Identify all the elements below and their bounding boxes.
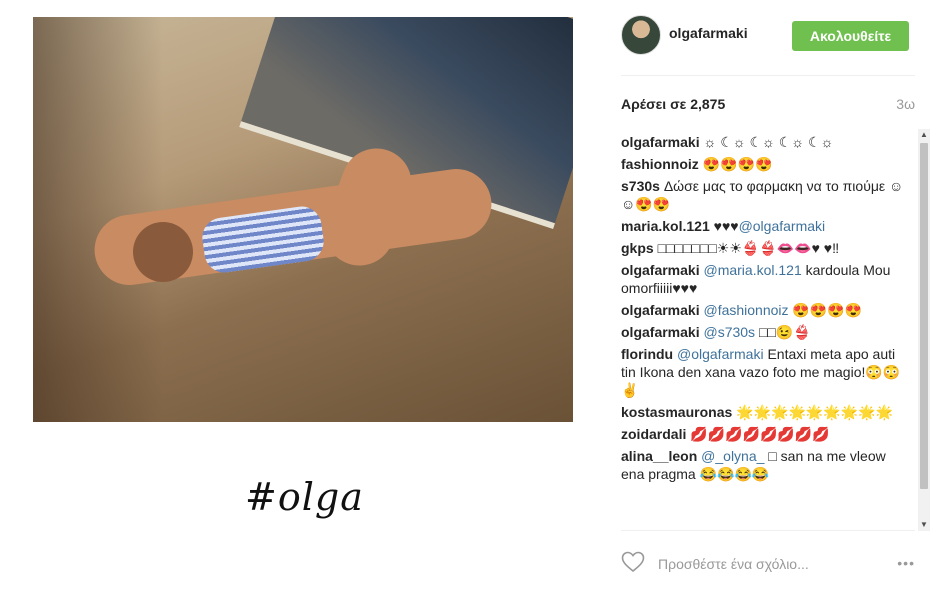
post-media-area: #olga [0,0,606,593]
comment-mention[interactable]: @olgafarmaki [739,218,826,234]
comment-username[interactable]: s730s [621,178,660,194]
comment-username[interactable]: olgafarmaki [621,262,700,278]
comment-text: □□😉👙 [755,324,811,340]
scroll-up-icon[interactable]: ▲ [918,129,930,141]
comment-item: olgafarmaki @s730s □□😉👙 [621,323,909,341]
comment-footer: ••• [621,530,915,594]
follow-button[interactable]: Ακολουθείτε [792,21,909,51]
likes-row: Αρέσει σε 2,875 3ω [621,96,915,112]
comment-username[interactable]: zoidardali [621,426,686,442]
comment-username[interactable]: gkps [621,240,654,256]
comment-text: 🌟🌟🌟🌟🌟🌟🌟🌟🌟 [736,404,894,420]
comment-mention[interactable]: @_olyna_ [701,448,764,464]
comment-mention[interactable]: @s730s [703,324,755,340]
comment-mention[interactable]: @maria.kol.121 [703,262,801,278]
comment-text: □□□□□□□☀☀👙👙👄👄♥ ♥‼ [657,240,840,256]
comments-scrollbar[interactable]: ▲ ▼ [918,129,930,531]
comment-mention[interactable]: @olgafarmaki [677,346,764,362]
comment-text: ☼ ☾☼ ☾☼ ☾☼ ☾☼ [703,134,834,150]
comment-item: gkps □□□□□□□☀☀👙👙👄👄♥ ♥‼ [621,239,909,257]
comment-text: 💋💋💋💋💋💋💋💋 [690,426,830,442]
comment-item: s730s Δώσε μας το φαρμακη να το πιούμε ☺… [621,177,909,213]
comment-username[interactable]: maria.kol.121 [621,218,710,234]
comment-item: olgafarmaki @fashionnoiz 😍😍😍😍 [621,301,909,319]
comment-username[interactable]: olgafarmaki [621,324,700,340]
comment-text: 😍😍😍😍 [788,302,863,318]
comment-item: alina__leon @_olyna_ □ san na me vleow e… [621,447,909,483]
comment-item: olgafarmaki ☼ ☾☼ ☾☼ ☾☼ ☾☼ [621,133,909,151]
comment-mention[interactable]: @fashionnoiz [703,302,788,318]
avatar[interactable] [621,15,661,55]
likes-count[interactable]: Αρέσει σε 2,875 [621,96,725,112]
scroll-down-icon[interactable]: ▼ [918,519,930,531]
comment-text: ♥♥♥ [713,218,739,234]
comment-username[interactable]: kostasmauronas [621,404,732,420]
scroll-thumb[interactable] [920,143,928,489]
comment-item: kostasmauronas 🌟🌟🌟🌟🌟🌟🌟🌟🌟 [621,403,909,421]
comment-username[interactable]: alina__leon [621,448,697,464]
comment-item: maria.kol.121 ♥♥♥@olgafarmaki [621,217,909,235]
comment-username[interactable]: olgafarmaki [621,302,700,318]
comment-username[interactable]: fashionnoiz [621,156,699,172]
comment-input[interactable] [656,553,880,575]
photo-person-head [133,222,193,282]
hashtag-caption: #olga [245,475,364,519]
post-timestamp[interactable]: 3ω [896,96,915,112]
heart-icon[interactable] [621,551,645,573]
post-sidebar: olgafarmaki Ακολουθείτε Αρέσει σε 2,875 … [606,0,930,593]
post-header: olgafarmaki Ακολουθείτε [621,15,915,76]
comment-item: zoidardali 💋💋💋💋💋💋💋💋 [621,425,909,443]
username-link[interactable]: olgafarmaki [669,25,748,41]
more-options-icon[interactable]: ••• [897,555,915,571]
comment-username[interactable]: olgafarmaki [621,134,700,150]
comment-text: 😍😍😍😍 [702,156,773,172]
comment-item: fashionnoiz 😍😍😍😍 [621,155,909,173]
comment-item: olgafarmaki @maria.kol.121 kardoula Mou … [621,261,909,297]
comment-item: florindu @olgafarmaki Entaxi meta apo au… [621,345,909,399]
comment-text: Δώσε μας το φαρμακη να το πιούμε ☺☺😍😍 [621,178,904,212]
comment-username[interactable]: florindu [621,346,673,362]
comments-list[interactable]: olgafarmaki ☼ ☾☼ ☾☼ ☾☼ ☾☼ fashionnoiz 😍😍😍… [621,133,909,530]
post-photo[interactable] [33,17,573,422]
